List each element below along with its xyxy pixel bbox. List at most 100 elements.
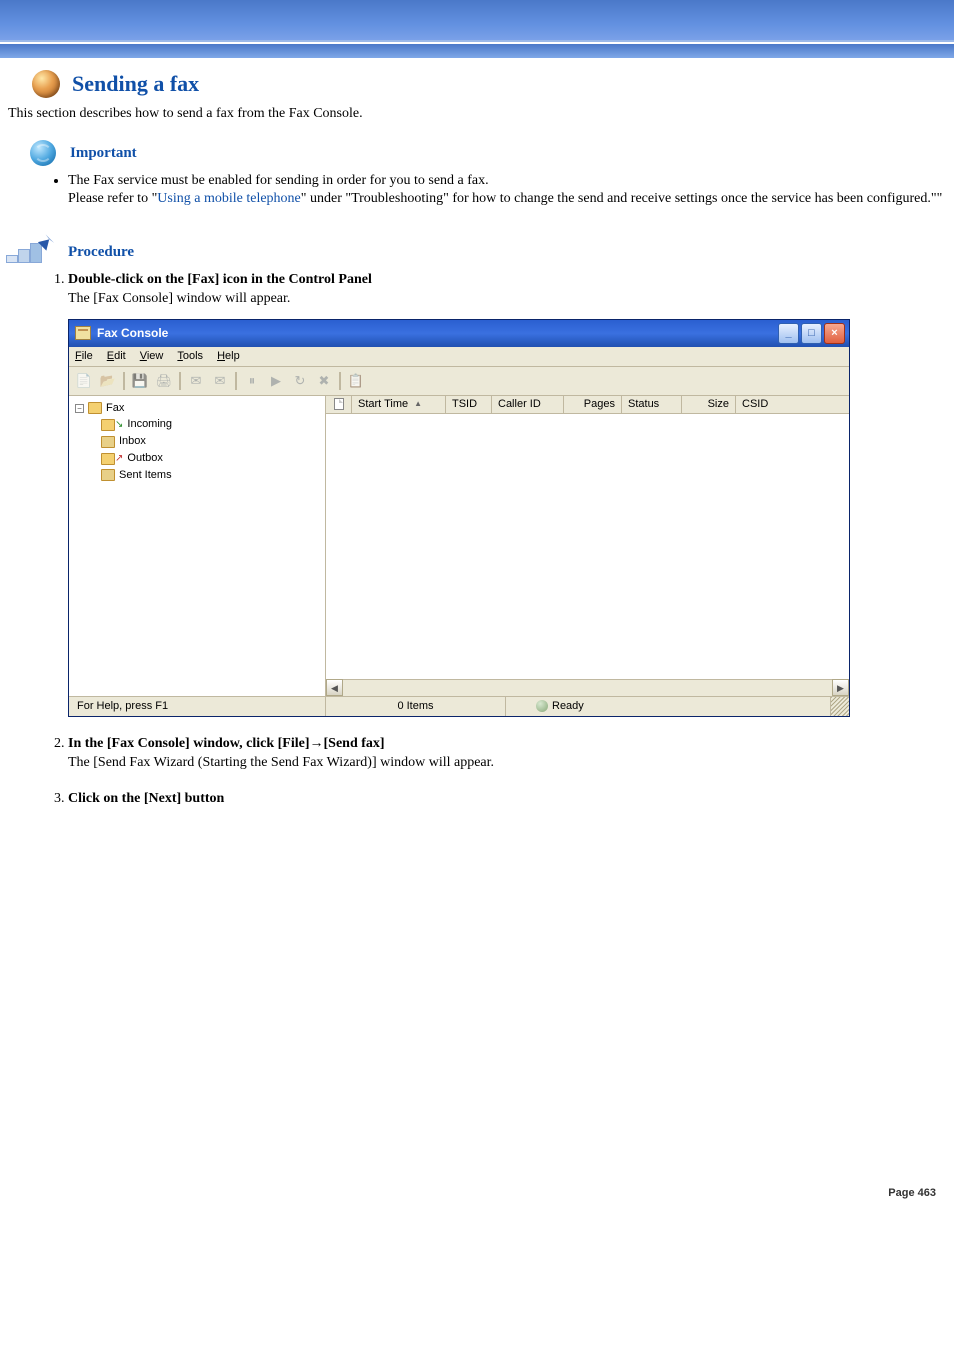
toolbar-btn-6[interactable]: ✉ [209,370,231,392]
status-help: For Help, press F1 [69,697,326,716]
status-ready: Ready [506,697,831,716]
toolbar-btn-5[interactable]: ✉ [185,370,207,392]
sphere-icon [32,70,60,98]
tree-incoming-label: Incoming [127,417,172,432]
fax-body: − Fax ↘ Incoming Inbox ↗ Outbox [69,396,849,696]
toolbar-sep-2 [179,372,181,390]
mail2-icon: ✉ [215,372,226,390]
print-icon: 🖨 [156,372,173,390]
important-row: Important [0,140,954,172]
tree-outbox[interactable]: ↗ Outbox [75,450,319,467]
statusbar: For Help, press F1 0 Items Ready [69,696,849,716]
menu-view[interactable]: View [140,349,164,364]
toolbar-btn-3[interactable]: 💾 [129,370,151,392]
horizontal-scrollbar[interactable]: ◀ ▶ [326,679,849,696]
status-ready-icon [536,700,548,712]
document-icon [334,398,344,410]
procedure-row: Procedure [0,211,954,271]
list-pane: Start Time▲ TSID Caller ID Pages Status … [326,396,849,696]
tree-incoming[interactable]: ↘ Incoming [75,416,319,433]
list-content [326,414,849,679]
mobile-telephone-link[interactable]: Using a mobile telephone [157,191,300,206]
mail-icon: ✉ [191,372,202,390]
important-label: Important [70,145,137,162]
important-line-1: The Fax service must be enabled for send… [68,173,489,188]
status-items: 0 Items [326,697,506,716]
props-icon: 📋 [348,372,364,390]
menu-help[interactable]: Help [217,349,240,364]
col-size[interactable]: Size [682,396,736,413]
tree-root-label: Fax [106,401,124,416]
menubar: File Edit View Tools Help [69,347,849,367]
toolbar-btn-9[interactable]: ↻ [289,370,311,392]
resize-grip[interactable] [831,697,849,716]
col-tsid[interactable]: TSID [446,396,492,413]
incoming-arrow-icon: ↘ [115,418,123,432]
delete-icon: ✖ [319,372,330,390]
toolbar-sep-1 [123,372,125,390]
toolbar-btn-10[interactable]: ✖ [313,370,335,392]
procedure-label: Procedure [68,244,134,261]
minimize-button[interactable]: _ [778,323,799,344]
step-2-body: The [Send Fax Wizard (Starting the Send … [68,755,494,770]
scroll-right-button[interactable]: ▶ [832,679,849,696]
important-line-2b: " under "Troubleshooting" for how to cha… [301,191,943,206]
col-status[interactable]: Status [622,396,682,413]
menu-file[interactable]: File [75,349,93,364]
tree-root[interactable]: − Fax [75,400,319,417]
steps-list: Double-click on the [Fax] icon in the Co… [0,271,954,809]
globe-icon [30,140,56,166]
save-icon: 💾 [132,372,148,390]
page-footer: Page 463 [0,827,954,1209]
toolbar-btn-11[interactable]: 📋 [345,370,367,392]
tree-inbox-label: Inbox [119,434,146,449]
tree-outbox-label: Outbox [127,451,162,466]
col-doc[interactable] [326,396,352,413]
toolbar-btn-2[interactable]: 📂 [97,370,119,392]
tree-sentitems-label: Sent Items [119,468,172,483]
col-csid[interactable]: CSID [736,396,849,413]
status-ready-label: Ready [552,699,584,714]
tree-sentitems[interactable]: Sent Items [75,467,319,484]
step-1-body: The [Fax Console] window will appear. [68,291,290,306]
col-pages[interactable]: Pages [564,396,622,413]
open-icon: 📂 [100,372,116,390]
new-icon: 📄 [76,372,92,390]
inbox-folder-icon [101,436,115,448]
tree-pane: − Fax ↘ Incoming Inbox ↗ Outbox [69,396,326,696]
important-item: The Fax service must be enabled for send… [68,172,954,211]
toolbar-sep-4 [339,372,341,390]
scroll-left-button[interactable]: ◀ [326,679,343,696]
fax-console-window: Fax Console _ □ × File Edit View Tools H… [68,319,850,717]
toolbar-btn-7[interactable]: ⏸ [241,370,263,392]
outbox-folder-icon [101,453,115,465]
incoming-folder-icon [101,419,115,431]
col-callerid[interactable]: Caller ID [492,396,564,413]
page-title: Sending a fax [72,71,199,97]
tree-inbox[interactable]: Inbox [75,433,319,450]
fax-folder-icon [88,402,102,414]
list-header: Start Time▲ TSID Caller ID Pages Status … [326,396,849,414]
outbox-arrow-icon: ↗ [115,452,123,466]
toolbar-btn-8[interactable]: ▶ [265,370,287,392]
app-icon [75,326,91,340]
top-banner [0,0,954,42]
step-3-title: Click on the [Next] button [68,791,224,806]
menu-tools[interactable]: Tools [177,349,203,364]
titlebar[interactable]: Fax Console _ □ × [69,320,849,347]
menu-edit[interactable]: Edit [107,349,126,364]
toolbar-btn-4[interactable]: 🖨 [153,370,175,392]
sentitems-folder-icon [101,469,115,481]
step-2: In the [Fax Console] window, click [File… [68,735,954,773]
steps-icon [6,241,50,263]
maximize-button[interactable]: □ [801,323,822,344]
toolbar-sep-3 [235,372,237,390]
close-button[interactable]: × [824,323,845,344]
tree-toggle-icon[interactable]: − [75,404,84,413]
step-1-title: Double-click on the [Fax] icon in the Co… [68,272,372,287]
restart-icon: ↻ [295,372,306,390]
toolbar-btn-1[interactable]: 📄 [73,370,95,392]
top-banner-divider [0,44,954,58]
intro-text: This section describes how to send a fax… [0,102,954,140]
col-starttime[interactable]: Start Time▲ [352,396,446,413]
